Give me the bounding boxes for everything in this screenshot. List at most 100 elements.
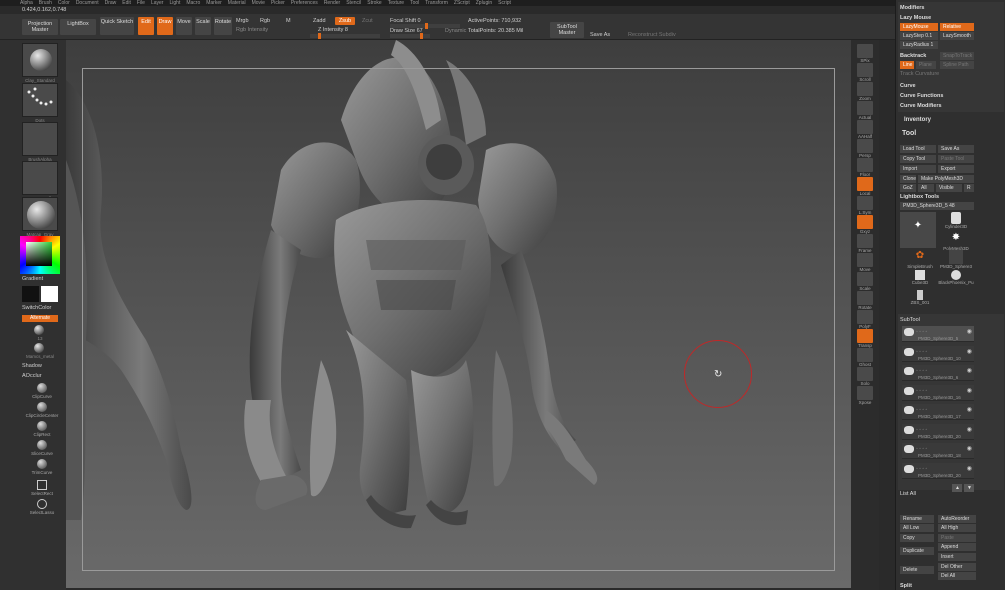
- menu-item-brush[interactable]: Brush: [39, 0, 52, 6]
- scale-button[interactable]: Scale: [195, 17, 211, 35]
- menu-item-macro[interactable]: Macro: [186, 0, 200, 6]
- clone-button[interactable]: Clone: [900, 175, 916, 183]
- subtool-row[interactable]: ◦ ◦ ◦ ◦ ◉ PM3D_Sphere3D_6: [902, 365, 974, 381]
- tool-thumb-cube[interactable]: Cube3D: [900, 270, 940, 292]
- rgb-button[interactable]: Rgb: [260, 18, 270, 24]
- eye-icon[interactable]: ◉: [967, 328, 972, 335]
- strip-solo-button[interactable]: Solo: [855, 367, 875, 386]
- menu-item-document[interactable]: Document: [76, 0, 99, 6]
- curve-header[interactable]: Curve: [900, 83, 916, 89]
- menu-item-alpha[interactable]: Alpha: [20, 0, 33, 6]
- m-button[interactable]: M: [286, 18, 291, 24]
- reconstruct-subdiv-button[interactable]: Reconstruct Subdiv: [628, 32, 676, 38]
- rgb-intensity-slider[interactable]: Rgb Intensity: [236, 27, 268, 33]
- strip-spix-button[interactable]: SPix: [855, 44, 875, 63]
- eye-icon[interactable]: ◉: [967, 465, 972, 472]
- menu-item-transform[interactable]: Transform: [425, 0, 448, 6]
- lazysmooth-slider[interactable]: LazySmooth: [940, 32, 974, 40]
- trimcurve-tool[interactable]: TrimCurve: [22, 459, 62, 475]
- texture-picker[interactable]: [22, 161, 58, 195]
- dynamic-button[interactable]: Dynamic: [445, 28, 466, 34]
- save-as-tool-button[interactable]: Save As: [938, 145, 974, 153]
- canvas-viewport[interactable]: [66, 40, 851, 588]
- z-intensity-knob[interactable]: [318, 33, 321, 39]
- copy-button[interactable]: Copy: [900, 534, 934, 542]
- selectrect-tool[interactable]: SelectRect: [22, 480, 62, 496]
- subtool-row[interactable]: ◦ ◦ ◦ ◦ ◉ PM3D_Sphere3D_20: [902, 462, 974, 479]
- eye-icon[interactable]: ◉: [967, 445, 972, 452]
- current-tool-slider[interactable]: PM3D_Sphere3D_5 48: [900, 202, 974, 210]
- save-as-button[interactable]: Save As: [590, 32, 610, 38]
- subtool-row[interactable]: ◦ ◦ ◦ ◦ ◉ PM3D_Sphere3D_20: [902, 423, 974, 440]
- delete-button[interactable]: Delete: [900, 566, 934, 574]
- tool-thumb-sphere[interactable]: PM3D_Sphere3: [936, 250, 976, 272]
- eye-icon[interactable]: ◉: [967, 387, 972, 394]
- append-button[interactable]: Append: [938, 543, 976, 551]
- duplicate-button[interactable]: Duplicate: [900, 547, 934, 555]
- split-header[interactable]: Split: [900, 583, 912, 589]
- strip-actual-button[interactable]: Actual: [855, 101, 875, 120]
- subtool-toggles[interactable]: ◦ ◦ ◦ ◦: [916, 466, 927, 472]
- edit-button[interactable]: Edit: [138, 17, 154, 35]
- strip-polyf-button[interactable]: PolyF: [855, 310, 875, 329]
- lightbox-button[interactable]: LightBox: [60, 19, 96, 35]
- mrgb-button[interactable]: Mrgb: [236, 18, 249, 24]
- menu-item-stroke[interactable]: Stroke: [367, 0, 381, 6]
- curve-functions-header[interactable]: Curve Functions: [900, 93, 943, 99]
- backtrack-button[interactable]: Backtrack: [900, 53, 926, 59]
- focal-shift-knob[interactable]: [425, 23, 428, 29]
- material-picker[interactable]: [22, 197, 58, 231]
- all-high-button[interactable]: All High: [938, 524, 976, 532]
- lazy-mouse-header[interactable]: Lazy Mouse: [900, 15, 931, 21]
- insert-button[interactable]: Insert: [938, 553, 976, 561]
- rename-button[interactable]: Rename: [900, 515, 934, 523]
- subtool-master-button[interactable]: SubTool Master: [550, 22, 584, 38]
- move-button[interactable]: Move: [176, 17, 192, 35]
- inventory-header[interactable]: Inventory: [904, 117, 931, 123]
- curve-modifiers-header[interactable]: Curve Modifiers: [900, 103, 942, 109]
- lazyradius-slider[interactable]: LazyRadius 1: [900, 41, 938, 49]
- eye-icon[interactable]: ◉: [967, 426, 972, 433]
- color-square[interactable]: [26, 242, 52, 266]
- menu-item-marker[interactable]: Marker: [206, 0, 222, 6]
- snaptotrack-button[interactable]: SnapToTrack: [940, 52, 974, 60]
- list-all-button[interactable]: List All: [900, 491, 916, 497]
- menu-item-draw[interactable]: Draw: [105, 0, 117, 6]
- relative-button[interactable]: Relative: [940, 23, 974, 31]
- menu-item-tool[interactable]: Tool: [410, 0, 419, 6]
- zadd-button[interactable]: Zadd: [313, 18, 326, 24]
- clipcurve-tool[interactable]: ClipCurve: [22, 383, 62, 399]
- main-color-swatch[interactable]: [41, 286, 58, 302]
- strip-transp-button[interactable]: Transp: [855, 329, 875, 348]
- menu-item-stencil[interactable]: Stencil: [346, 0, 361, 6]
- subtool-row[interactable]: ◦ ◦ ◦ ◦ ◉ PM3D_Sphere3D_18: [902, 443, 974, 459]
- strip-floor-button[interactable]: Floor: [855, 158, 875, 177]
- material-metal-icon[interactable]: [34, 343, 44, 353]
- draw-button[interactable]: Draw: [157, 17, 173, 35]
- strip-scroll-button[interactable]: Scroll: [855, 63, 875, 82]
- tool-thumb-current[interactable]: ✦: [900, 212, 936, 248]
- menu-item-movie[interactable]: Movie: [252, 0, 265, 6]
- paste-tool-button[interactable]: Paste Tool: [938, 155, 974, 163]
- rotate-button[interactable]: Rotate: [214, 17, 232, 35]
- del-all-button[interactable]: Del All: [938, 572, 976, 580]
- subtool-row[interactable]: ◦ ◦ ◦ ◦ ◉ PM3D_Sphere3D_16: [902, 384, 974, 401]
- tool-thumb-zbs[interactable]: ZBS_001: [900, 290, 940, 312]
- menu-item-zplugin[interactable]: Zplugin: [476, 0, 492, 6]
- visible-button[interactable]: Visible: [936, 184, 962, 192]
- lazymouse-button[interactable]: LazyMouse: [900, 23, 938, 31]
- subtool-toggles[interactable]: ◦ ◦ ◦ ◦: [916, 427, 927, 433]
- subtool-toggles[interactable]: ◦ ◦ ◦ ◦: [916, 446, 927, 452]
- tool-thumb-simplebrush[interactable]: ✿ SimpleBrush: [900, 250, 940, 272]
- brush-picker[interactable]: [22, 43, 58, 77]
- eye-icon[interactable]: ◉: [967, 406, 972, 413]
- menu-item-material[interactable]: Material: [228, 0, 246, 6]
- tool-thumb-cylinder[interactable]: Cylinder3D: [936, 212, 976, 234]
- strip-lsym-button[interactable]: L.Sym: [855, 196, 875, 215]
- strip-aahalf-button[interactable]: AAHalf: [855, 120, 875, 139]
- clipcirclecenter-tool[interactable]: ClipCircleCenter: [22, 402, 62, 418]
- strip-xpose-button[interactable]: Xpose: [855, 386, 875, 405]
- strip-ghost-button[interactable]: Ghost: [855, 348, 875, 367]
- z-intensity-slider[interactable]: Z Intensity 8: [318, 27, 348, 33]
- track-curvature-slider[interactable]: Track Curvature: [900, 71, 939, 77]
